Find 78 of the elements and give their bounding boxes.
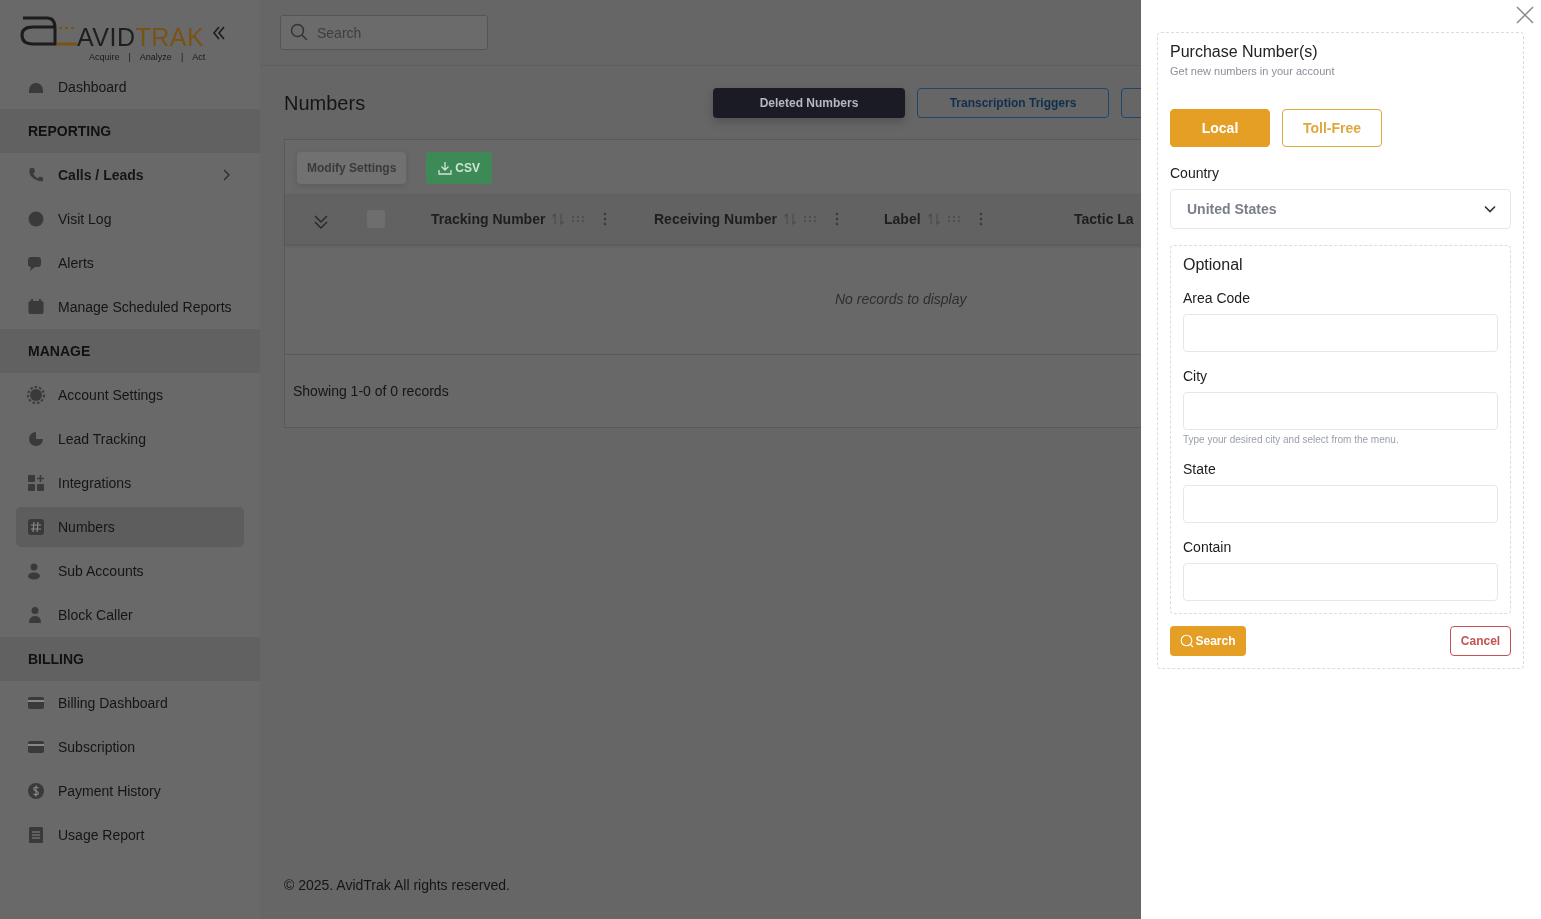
sidebar-item[interactable]: Numbers	[16, 507, 244, 547]
page-title: Numbers	[284, 91, 367, 115]
drawer-subtitle: Get new numbers in your account	[1170, 65, 1336, 77]
country-label: Country	[1170, 165, 1221, 181]
field-label: Contain	[1183, 539, 1233, 555]
sidebar-item[interactable]: Visit Log	[0, 197, 244, 241]
column-header[interactable]: Tactic La	[1074, 211, 1134, 227]
phone-icon	[27, 166, 45, 184]
search-icon	[1180, 634, 1195, 648]
cancel-button[interactable]: Cancel	[1450, 626, 1511, 656]
download-icon	[438, 161, 453, 175]
column-menu-icon[interactable]	[603, 212, 608, 226]
close-icon[interactable]	[1516, 6, 1534, 24]
logo-tagline: Act	[192, 52, 206, 62]
drawer-title: Purchase Number(s)	[1170, 43, 1319, 61]
chevron-right-icon	[222, 169, 230, 181]
sidebar-item[interactable]: Usage Report	[0, 813, 244, 857]
input-field[interactable]	[1183, 563, 1498, 601]
footer-text: © 2025. AvidTrak All rights reserved.	[284, 877, 511, 895]
card-icon	[27, 738, 45, 756]
logo-wordmark: AVIDTRAK	[77, 23, 205, 51]
empty-message: No records to display	[835, 291, 967, 307]
country-select[interactable]: United States	[1170, 189, 1511, 229]
document-icon	[27, 826, 45, 844]
input-field[interactable]	[1183, 314, 1498, 352]
sidebar-item[interactable]: Lead Tracking	[0, 417, 244, 461]
logo-tagline: Analyze	[139, 52, 172, 62]
number-type-tab[interactable]: Toll-Free	[1282, 109, 1382, 147]
card-icon	[27, 694, 45, 712]
sort-icon[interactable]	[551, 212, 566, 226]
sidebar-item[interactable]: Subscription	[0, 725, 244, 769]
section-header: MANAGE	[0, 329, 260, 373]
sidebar-item[interactable]: Calls / Leads	[0, 153, 244, 197]
sidebar-item[interactable]: Alerts	[0, 241, 244, 285]
logo-tagline: |	[128, 52, 131, 62]
column-menu-icon[interactable]	[834, 212, 839, 226]
chevron-down-icon	[1484, 205, 1496, 213]
expand-all-icon[interactable]	[314, 214, 328, 230]
logo-tagline: Acquire	[89, 52, 120, 62]
apps-icon	[27, 474, 45, 492]
sort-icon[interactable]	[926, 212, 941, 226]
search-icon	[290, 23, 308, 41]
sidebar-item[interactable]: Dashboard	[0, 65, 244, 109]
pie-chart-icon	[27, 430, 45, 448]
calendar-icon	[27, 298, 45, 316]
collapse-icon[interactable]	[213, 24, 226, 41]
sidebar-item[interactable]: Integrations	[0, 461, 244, 505]
records-summary: Showing 1-0 of 0 records	[293, 383, 449, 399]
csv-button[interactable]: CSV	[426, 152, 493, 184]
input-field[interactable]	[1183, 485, 1498, 523]
gear-icon	[27, 386, 45, 404]
column-header[interactable]: Label	[884, 211, 921, 227]
sort-icon[interactable]	[782, 212, 797, 226]
header-button[interactable]: Deleted Numbers	[713, 88, 905, 118]
column-header[interactable]: Tracking Number	[431, 211, 546, 227]
header-button[interactable]: Transcription Triggers	[917, 88, 1109, 118]
number-type-tab[interactable]: Local	[1170, 109, 1270, 147]
logo-mark-icon	[19, 14, 77, 48]
field-label: Area Code	[1183, 290, 1251, 306]
search-button[interactable]: Search	[1170, 626, 1246, 656]
sidebar-item[interactable]: Sub Accounts	[0, 549, 244, 593]
field-label: State	[1183, 461, 1217, 477]
section-header: BILLING	[0, 637, 260, 681]
dollar-icon	[27, 782, 45, 800]
column-menu-icon[interactable]	[978, 212, 983, 226]
logo-tagline: |	[180, 52, 184, 62]
column-header[interactable]: Receiving Number	[654, 211, 777, 227]
sidebar-item[interactable]: Block Caller	[0, 593, 244, 637]
field-hint: Type your desired city and select from the menu.	[1183, 434, 1400, 445]
sidebar-item[interactable]: Account Settings	[0, 373, 244, 417]
input-field[interactable]	[1183, 392, 1498, 430]
field-label: City	[1183, 368, 1209, 384]
hash-icon	[27, 518, 45, 536]
optional-title: Optional	[1183, 256, 1244, 274]
sidebar-item[interactable]: Manage Scheduled Reports	[0, 285, 244, 329]
section-header: REPORTING	[0, 109, 260, 153]
sidebar-item[interactable]: Billing Dashboard	[0, 681, 244, 725]
sidebar-item[interactable]: Payment History	[0, 769, 244, 813]
